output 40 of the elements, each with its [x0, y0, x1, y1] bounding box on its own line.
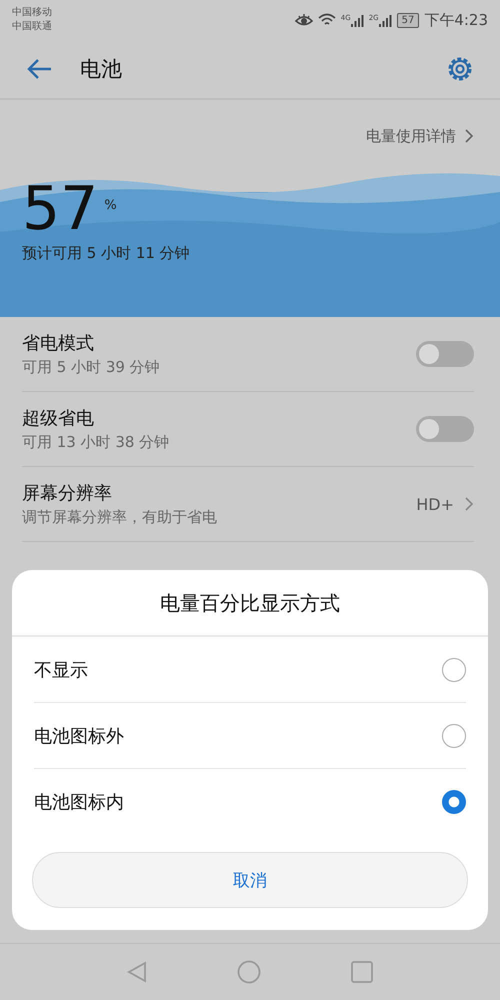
back-icon[interactable] [127, 961, 147, 983]
signal-icon [378, 14, 392, 26]
setting-title: 屏幕分辨率 [22, 482, 113, 505]
toggle-switch[interactable] [416, 416, 474, 442]
settings-icon[interactable] [446, 55, 474, 83]
percent-unit: % [104, 198, 117, 213]
setting-value: HD+ [416, 494, 454, 514]
dialog-title: 电量百分比显示方式 [12, 570, 488, 637]
option-row[interactable]: 不显示 [34, 637, 466, 703]
cancel-button[interactable]: 取消 [32, 852, 468, 908]
setting-subtitle: 调节屏幕分辨率，有助于省电 [22, 508, 218, 527]
wifi-icon [318, 13, 336, 27]
radio-button[interactable] [442, 724, 466, 748]
back-icon[interactable] [26, 58, 52, 80]
page-title: 电池 [80, 56, 122, 83]
option-label: 电池图标内 [34, 790, 125, 814]
option-label: 电池图标外 [34, 724, 125, 748]
option-row[interactable]: 电池图标外 [34, 703, 466, 769]
toggle-switch[interactable] [416, 341, 474, 367]
setting-title: 省电模式 [22, 332, 95, 355]
status-time: 下午4:23 [424, 10, 488, 30]
setting-title: 超级省电 [22, 407, 95, 430]
option-row[interactable]: 电池图标内 [34, 769, 466, 834]
radio-button[interactable] [442, 658, 466, 682]
carrier-name: 中国联通 [12, 20, 52, 34]
signal-icon [350, 14, 364, 26]
battery-level: 57 [396, 12, 420, 28]
setting-subtitle: 可用 5 小时 39 分钟 [22, 358, 161, 377]
setting-subtitle: 可用 13 小时 38 分钟 [22, 433, 170, 452]
chevron-icon [464, 128, 474, 144]
chevron-icon [464, 496, 474, 512]
recents-icon[interactable] [351, 961, 373, 983]
carrier-name: 中国移动 [12, 6, 52, 20]
battery-percent: 57 [22, 174, 98, 244]
radio-button[interactable] [442, 790, 466, 814]
remaining-time: 预计可用 5 小时 11 分钟 [22, 244, 191, 263]
home-icon[interactable] [237, 960, 261, 984]
eye-icon [294, 13, 313, 27]
option-label: 不显示 [34, 658, 89, 682]
usage-details-link[interactable]: 电量使用详情 [366, 126, 456, 146]
